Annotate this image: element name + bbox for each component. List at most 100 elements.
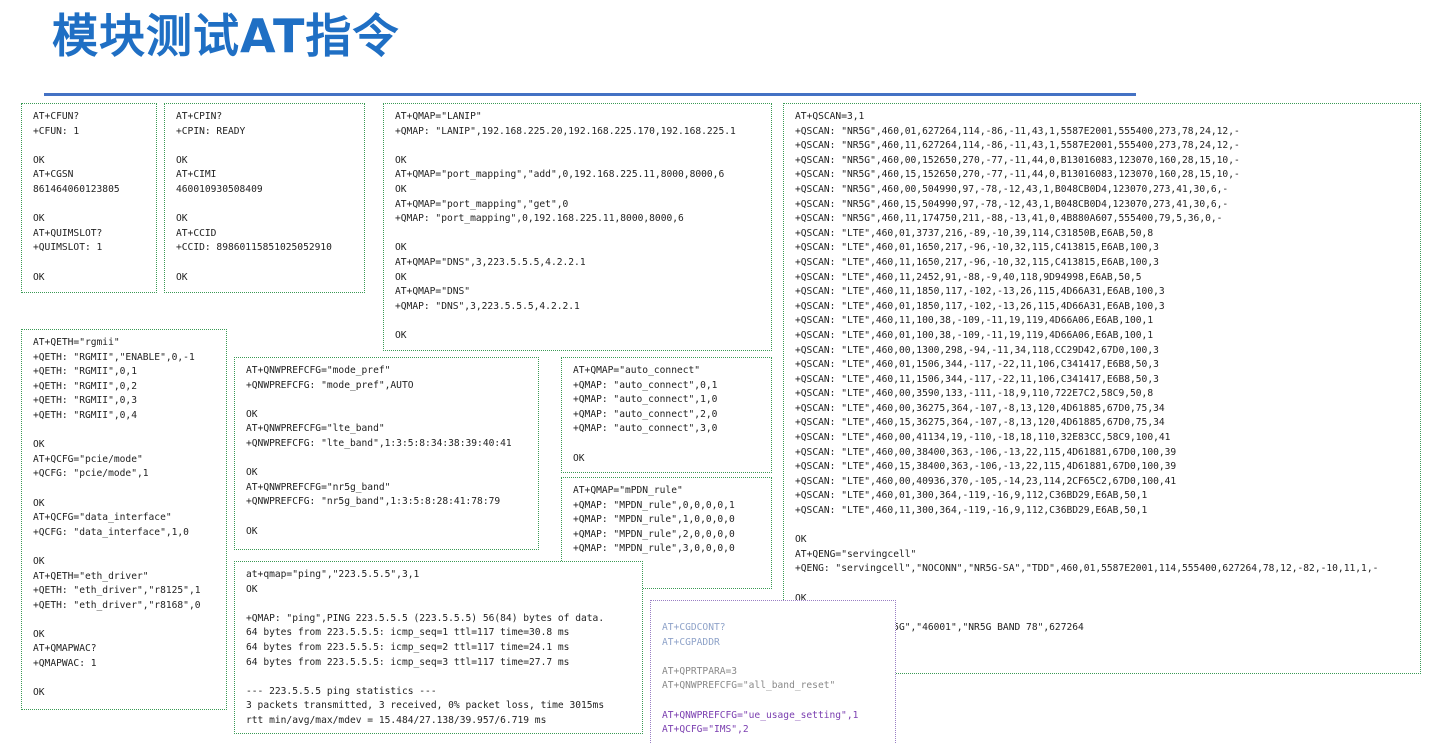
log-line: +QMAP: "port_mapping",0,192.168.225.11,8… <box>395 213 684 225</box>
log-line: AT+QMAP="port_mapping","add",0,192.168.2… <box>395 169 725 181</box>
log-line: +QMAP: "MPDN_rule",1,0,0,0,0 <box>573 514 735 526</box>
log-line: AT+CPIN? <box>176 111 223 122</box>
log-line: OK <box>395 329 407 341</box>
log-line: +QETH: "RGMII",0,1 <box>33 366 137 378</box>
log-line: AT+QCFG="pcie/mode" <box>33 453 143 465</box>
log-line: OK <box>33 271 45 283</box>
log-line: AT+CFUN? <box>33 111 80 122</box>
log-line: OK <box>33 628 45 640</box>
qmap-auto-connect-box: AT+QMAP="auto_connect" +QMAP: "auto_conne… <box>561 357 772 473</box>
log-line: +CPIN: READY <box>176 125 246 137</box>
log-line: OK <box>33 154 45 166</box>
log-line: +QSCAN: "LTE",460,00,1300,298,-94,-11,34… <box>795 344 1159 356</box>
log-line: +QSCAN: "LTE",460,11,1506,344,-117,-22,1… <box>795 373 1159 385</box>
log-line: OK <box>395 183 407 195</box>
log-line: AT+CCID <box>176 227 217 239</box>
log-line: +QMAP: "auto_connect",2,0 <box>573 408 718 420</box>
log-line: OK <box>573 452 585 464</box>
log-line: +QSCAN: "LTE",460,00,3590,133,-111,-18,9… <box>795 388 1154 400</box>
cfun-cgsn-quimslot-box: AT+CFUN? +CFUN: 1 OK AT+CGSN 86146406012380… <box>21 103 157 293</box>
log-line: +QMAP: "auto_connect",3,0 <box>573 423 718 435</box>
log-line: +QETH: "RGMII","ENABLE",0,-1 <box>33 351 195 363</box>
log-line: +QSCAN: "LTE",460,01,1850,117,-102,-13,2… <box>795 300 1165 312</box>
log-line: 861464060123805 <box>33 183 120 195</box>
log-line: +QSCAN: "LTE",460,01,1506,344,-117,-22,1… <box>795 359 1159 371</box>
cpin-cimi-ccid-box: AT+CPIN? +CPIN: READY OK AT+CIMI 4600109305… <box>164 103 365 293</box>
log-line: +QSCAN: "LTE",460,01,300,364,-119,-16,9,… <box>795 490 1148 502</box>
log-line: +QSCAN: "LTE",460,15,36275,364,-107,-8,1… <box>795 417 1165 429</box>
log-line: +QSCAN: "NR5G",460,11,174750,211,-88,-13… <box>795 213 1223 225</box>
log-line: AT+QUIMSLOT? <box>33 227 103 239</box>
log-line: +QSCAN: "LTE",460,00,36275,364,-107,-8,1… <box>795 402 1165 414</box>
qscan-qeng-qnwinfo-box: AT+QSCAN=3,1 +QSCAN: "NR5G",460,01,627264… <box>783 103 1421 674</box>
log-line: +QSCAN: "NR5G",460,11,627264,114,-86,-11… <box>795 140 1240 152</box>
log-line: +QMAP: "DNS",3,223.5.5.5,4.2.2.1 <box>395 300 580 312</box>
log-line: OK <box>246 525 258 537</box>
log-line: +QMAPWAC: 1 <box>33 658 97 670</box>
log-line: OK <box>33 687 45 699</box>
log-line: OK <box>395 242 407 254</box>
log-line: OK <box>395 154 407 166</box>
log-line: OK <box>176 271 188 283</box>
log-line: 64 bytes from 223.5.5.5: icmp_seq=1 ttl=… <box>246 627 570 639</box>
log-line: AT+QMAP="port_mapping","get",0 <box>395 198 569 210</box>
log-line: OK <box>246 467 258 479</box>
log-line: +QSCAN: "LTE",460,01,100,38,-109,-11,19,… <box>795 329 1154 341</box>
log-line: +QSCAN: "LTE",460,11,1850,117,-102,-13,2… <box>795 286 1165 298</box>
log-line: +QSCAN: "LTE",460,11,100,38,-109,-11,19,… <box>795 315 1154 327</box>
log-line: +QSCAN: "NR5G",460,00,152650,270,-77,-11… <box>795 154 1240 166</box>
log-line: +QMAP: "MPDN_rule",3,0,0,0,0 <box>573 543 735 555</box>
log-line: +QSCAN: "LTE",460,15,38400,363,-106,-13,… <box>795 461 1177 473</box>
log-line: OK <box>176 154 188 166</box>
log-line: AT+QMAP="mPDN_rule" <box>573 485 683 496</box>
log-line: +QSCAN: "LTE",460,00,41134,19,-110,-18,1… <box>795 432 1171 444</box>
cgdcont-qprtpara-ims-box: AT+CGDCONT? AT+CGPADDR AT+QPRTPARA=3 AT+QN… <box>650 600 896 743</box>
log-line: +QSCAN: "LTE",460,11,300,364,-119,-16,9,… <box>795 505 1148 517</box>
log-line: OK <box>176 213 188 225</box>
log-line: AT+QMAPWAC? <box>33 643 97 655</box>
log-line: AT+QNWPREFCFG="lte_band" <box>246 423 385 435</box>
log-line: AT+CIMI <box>176 169 217 181</box>
log-line: AT+QETH="eth_driver" <box>33 570 149 582</box>
log-line: +QETH: "RGMII",0,4 <box>33 409 137 421</box>
log-line: OK <box>33 213 45 225</box>
log-line: OK <box>33 497 45 509</box>
log-line: +QSCAN: "NR5G",460,15,504990,97,-78,-12,… <box>795 198 1229 210</box>
log-line: +QNWPREFCFG: "mode_pref",AUTO <box>246 379 414 391</box>
log-line: +QNWPREFCFG: "nr5g_band",1:3:5:8:28:41:7… <box>246 496 501 508</box>
log-line: AT+QNWPREFCFG="nr5g_band" <box>246 481 391 493</box>
log-line: +QSCAN: "LTE",460,11,2452,91,-88,-9,40,1… <box>795 271 1142 283</box>
log-line: +QUIMSLOT: 1 <box>33 242 103 254</box>
log-line: +QSCAN: "LTE",460,01,3737,216,-89,-10,39… <box>795 227 1154 239</box>
log-line: +QCFG: "pcie/mode",1 <box>33 468 149 480</box>
log-line: +QETH: "eth_driver","r8168",0 <box>33 599 201 611</box>
log-line: +CCID: 89860115851025052910 <box>176 242 332 254</box>
log-line: +QENG: "servingcell","NOCONN","NR5G-SA",… <box>795 563 1379 575</box>
log-line: AT+QMAP="LANIP" <box>395 111 482 122</box>
log-line: +CFUN: 1 <box>33 125 80 137</box>
log-line: +QSCAN: "NR5G",460,01,627264,114,-86,-11… <box>795 125 1240 137</box>
log-line: +QSCAN: "NR5G",460,00,504990,97,-78,-12,… <box>795 183 1229 195</box>
log-line: +QETH: "RGMII",0,2 <box>33 380 137 392</box>
log-line: +QETH: "RGMII",0,3 <box>33 395 137 407</box>
log-line: +QSCAN: "LTE",460,00,40936,370,-105,-14,… <box>795 475 1177 487</box>
log-line: +QCFG: "data_interface",1,0 <box>33 526 189 538</box>
log-line: at+qmap="ping","223.5.5.5",3,1 <box>246 569 420 580</box>
